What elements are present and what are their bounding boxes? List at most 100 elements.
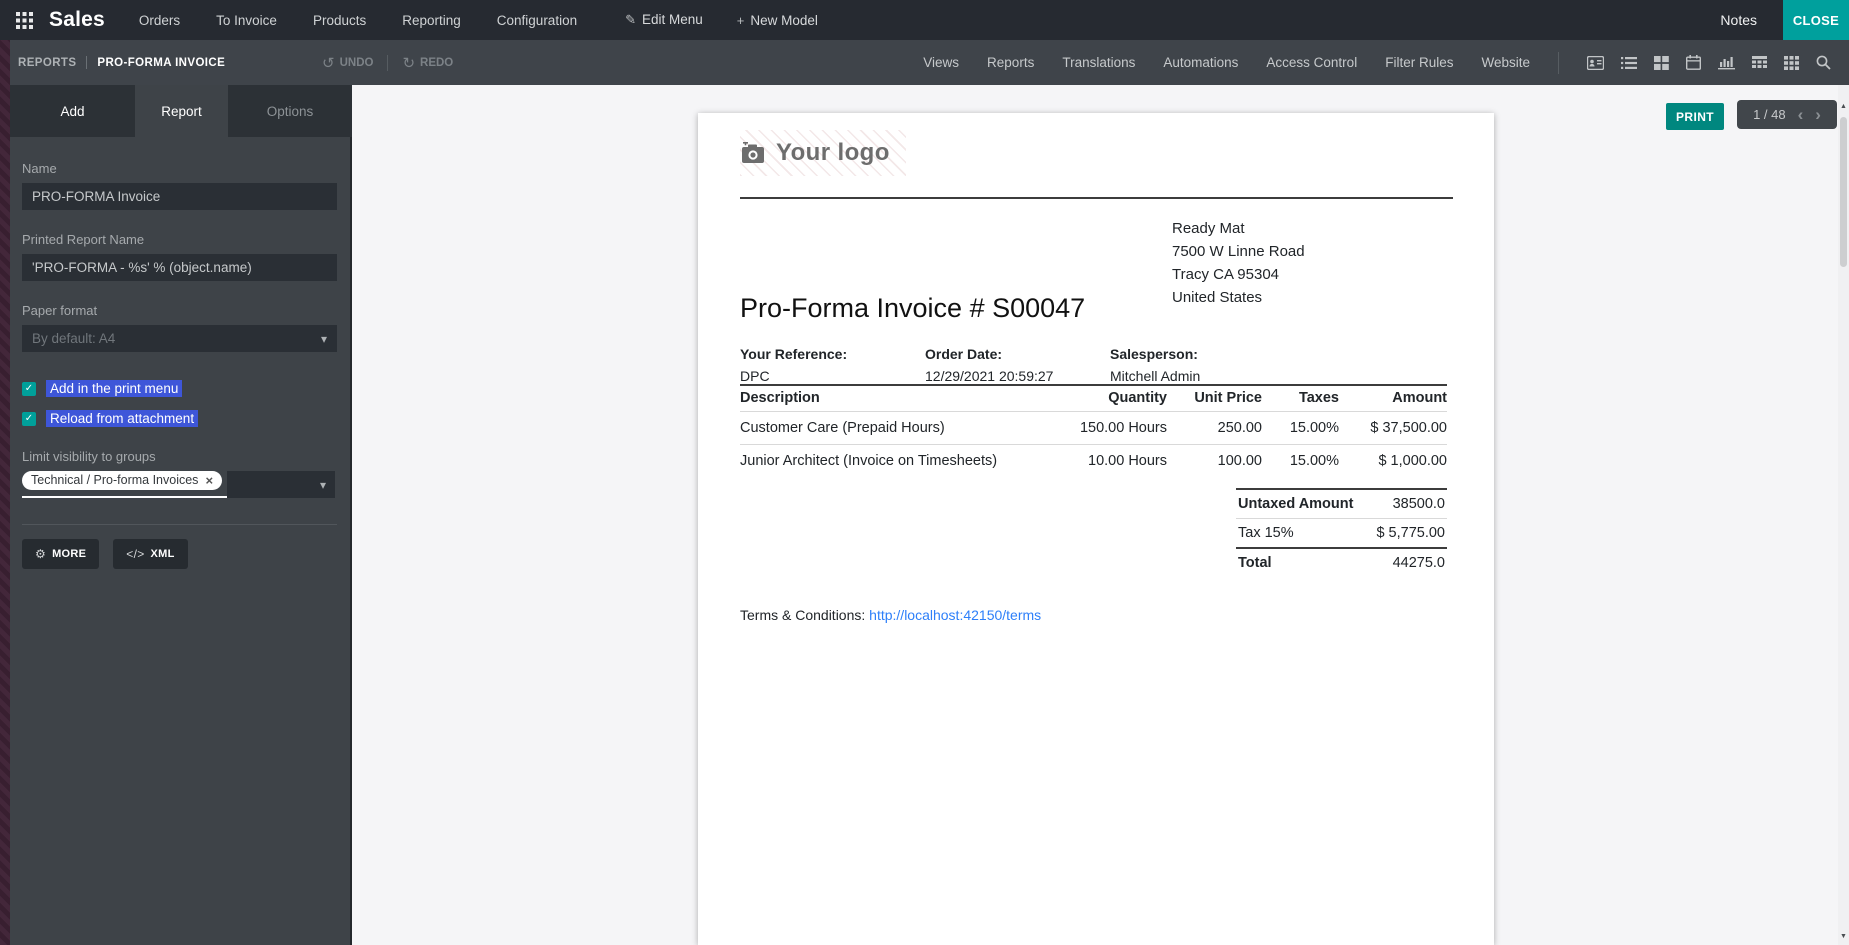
search-icon[interactable] xyxy=(1816,55,1831,70)
gear-icon: ⚙ xyxy=(35,547,47,561)
studio-toolbar: REPORTS PRO-FORMA INVOICE ↺ UNDO ↻ REDO Vi… xyxy=(0,40,1849,85)
edit-menu-button[interactable]: ✎ Edit Menu xyxy=(625,12,703,28)
redo-button[interactable]: ↻ REDO xyxy=(402,54,453,72)
sidebar-buttons: ⚙ MORE </> XML xyxy=(22,539,335,569)
invoice-info-row: Your Reference: DPC Order Date: 12/29/20… xyxy=(740,343,1453,387)
chevron-down-icon: ▾ xyxy=(319,477,326,492)
untaxed-amount-value: 38500.0 xyxy=(1392,496,1445,512)
undo-button[interactable]: ↺ UNDO xyxy=(322,54,373,72)
invoice-lines-table: Description Quantity Unit Price Taxes Am… xyxy=(740,384,1447,477)
contact-card-icon[interactable] xyxy=(1587,55,1604,70)
invoice-title: Pro-Forma Invoice # S00047 xyxy=(740,293,1086,323)
tab-website[interactable]: Website xyxy=(1481,55,1530,70)
more-button[interactable]: ⚙ MORE xyxy=(22,539,100,569)
xml-button[interactable]: </> XML xyxy=(113,539,188,569)
name-label: Name xyxy=(22,161,57,176)
new-model-button[interactable]: + New Model xyxy=(737,13,818,28)
menu-to-invoice[interactable]: To Invoice xyxy=(216,13,277,28)
reference-label: Your Reference: xyxy=(740,346,848,362)
app-name[interactable]: Sales xyxy=(49,8,105,32)
tab-access-control[interactable]: Access Control xyxy=(1266,55,1357,70)
vertical-scrollbar[interactable]: ▲ ▼ xyxy=(1838,85,1849,945)
paper-format-value: By default: A4 xyxy=(32,331,116,346)
terms-label: Terms & Conditions: xyxy=(740,607,866,623)
paper-format-select[interactable]: By default: A4 ▾ xyxy=(22,325,337,352)
reload-from-attachment-checkbox-row[interactable]: ✓ Reload from attachment xyxy=(22,410,335,427)
logo-text: Your logo xyxy=(776,139,890,166)
scroll-up-icon[interactable]: ▲ xyxy=(1838,99,1849,113)
sidebar-divider xyxy=(22,524,337,525)
salesperson-block: Salesperson: Mitchell Admin xyxy=(1110,343,1295,387)
sidebar-body: Name Printed Report Name Paper format By… xyxy=(10,137,350,569)
tab-filter-rules[interactable]: Filter Rules xyxy=(1385,55,1453,70)
groups-dropdown[interactable]: ▾ xyxy=(226,471,335,498)
name-field[interactable] xyxy=(22,183,337,210)
sidebar-tabs: Add Report Options xyxy=(10,85,352,137)
previous-page-icon[interactable]: ‹ xyxy=(1798,106,1804,123)
remove-tag-icon[interactable]: × xyxy=(205,474,213,487)
cell-description: Junior Architect (Invoice on Timesheets) xyxy=(740,453,998,469)
undo-redo-group: ↺ UNDO ↻ REDO xyxy=(322,40,453,85)
grid-view-icon[interactable] xyxy=(1784,55,1799,70)
checkbox-checked-icon[interactable]: ✓ xyxy=(22,411,36,426)
pivot-view-icon[interactable] xyxy=(1752,55,1767,70)
tax-row: Tax 15% $ 5,775.00 xyxy=(1236,519,1447,547)
untaxed-amount-label: Untaxed Amount xyxy=(1238,496,1354,512)
tab-report[interactable]: Report xyxy=(135,85,228,137)
tab-translations[interactable]: Translations xyxy=(1062,55,1135,70)
logo-placeholder[interactable]: Your logo xyxy=(740,130,906,176)
cell-taxes: 15.00% xyxy=(1262,411,1339,445)
add-in-print-menu-checkbox-row[interactable]: ✓ Add in the print menu xyxy=(22,380,335,397)
order-date-label: Order Date: xyxy=(925,346,1003,362)
menu-configuration[interactable]: Configuration xyxy=(497,13,577,28)
cell-quantity: 10.00 Hours xyxy=(1088,453,1167,469)
address-line: 7500 W Linne Road xyxy=(1172,243,1305,260)
tab-automations[interactable]: Automations xyxy=(1163,55,1238,70)
breadcrumb-divider xyxy=(86,56,88,69)
menu-reporting[interactable]: Reporting xyxy=(402,13,461,28)
page-pager: 1 / 48 ‹ › xyxy=(1737,100,1837,129)
terms-link[interactable]: http://localhost:42150/terms xyxy=(869,607,1041,623)
terms-line: Terms & Conditions: http://localhost:421… xyxy=(740,607,1041,623)
address-line: Tracy CA 95304 xyxy=(1172,266,1279,283)
undo-redo-divider xyxy=(387,54,389,71)
table-row: Customer Care (Prepaid Hours) 150.00 Hou… xyxy=(740,411,1447,445)
menu-products[interactable]: Products xyxy=(313,13,366,28)
scroll-down-icon[interactable]: ▼ xyxy=(1838,929,1849,943)
tab-add[interactable]: Add xyxy=(10,85,135,137)
tab-options[interactable]: Options xyxy=(228,85,352,137)
code-icon: </> xyxy=(126,547,145,561)
menu-orders[interactable]: Orders xyxy=(139,13,180,28)
group-tag-label: Technical / Pro-forma Invoices xyxy=(31,473,199,487)
checkbox-checked-icon[interactable]: ✓ xyxy=(22,381,36,396)
add-in-print-menu-label: Add in the print menu xyxy=(46,380,183,397)
main-menu: Orders To Invoice Products Reporting Con… xyxy=(139,13,577,28)
total-label: Total xyxy=(1238,555,1272,571)
limit-visibility-label: Limit visibility to groups xyxy=(22,449,156,464)
tab-views[interactable]: Views xyxy=(923,55,959,70)
tab-reports[interactable]: Reports xyxy=(987,55,1034,70)
notes-button[interactable]: Notes xyxy=(1720,12,1757,28)
scrollbar-thumb[interactable] xyxy=(1840,117,1847,267)
plus-icon: + xyxy=(736,12,745,28)
totals-table: Untaxed Amount 38500.0 Tax 15% $ 5,775.0… xyxy=(1236,488,1447,577)
close-studio-button[interactable]: CLOSE xyxy=(1783,0,1849,40)
list-view-icon[interactable] xyxy=(1621,56,1637,70)
cell-amount: $ 1,000.00 xyxy=(1378,453,1447,469)
breadcrumb-current: PRO-FORMA INVOICE xyxy=(97,56,226,69)
printed-report-name-field[interactable] xyxy=(22,254,337,281)
toolbar-divider xyxy=(1558,51,1559,74)
apps-grid-icon[interactable] xyxy=(16,11,33,29)
groups-tags-input[interactable]: Technical / Pro-forma Invoices × xyxy=(22,471,227,498)
breadcrumb-reports[interactable]: REPORTS xyxy=(18,57,76,69)
chevron-down-icon: ▾ xyxy=(320,331,327,346)
header-divider xyxy=(740,197,1453,199)
reload-from-attachment-label: Reload from attachment xyxy=(46,410,199,427)
next-page-icon[interactable]: › xyxy=(1815,106,1821,123)
print-button[interactable]: PRINT xyxy=(1666,103,1724,130)
cell-unit-price: 100.00 xyxy=(1217,453,1262,469)
calendar-view-icon[interactable] xyxy=(1686,55,1701,70)
kanban-view-icon[interactable] xyxy=(1654,55,1669,70)
group-tag[interactable]: Technical / Pro-forma Invoices × xyxy=(22,471,223,490)
bar-chart-view-icon[interactable] xyxy=(1718,55,1735,70)
